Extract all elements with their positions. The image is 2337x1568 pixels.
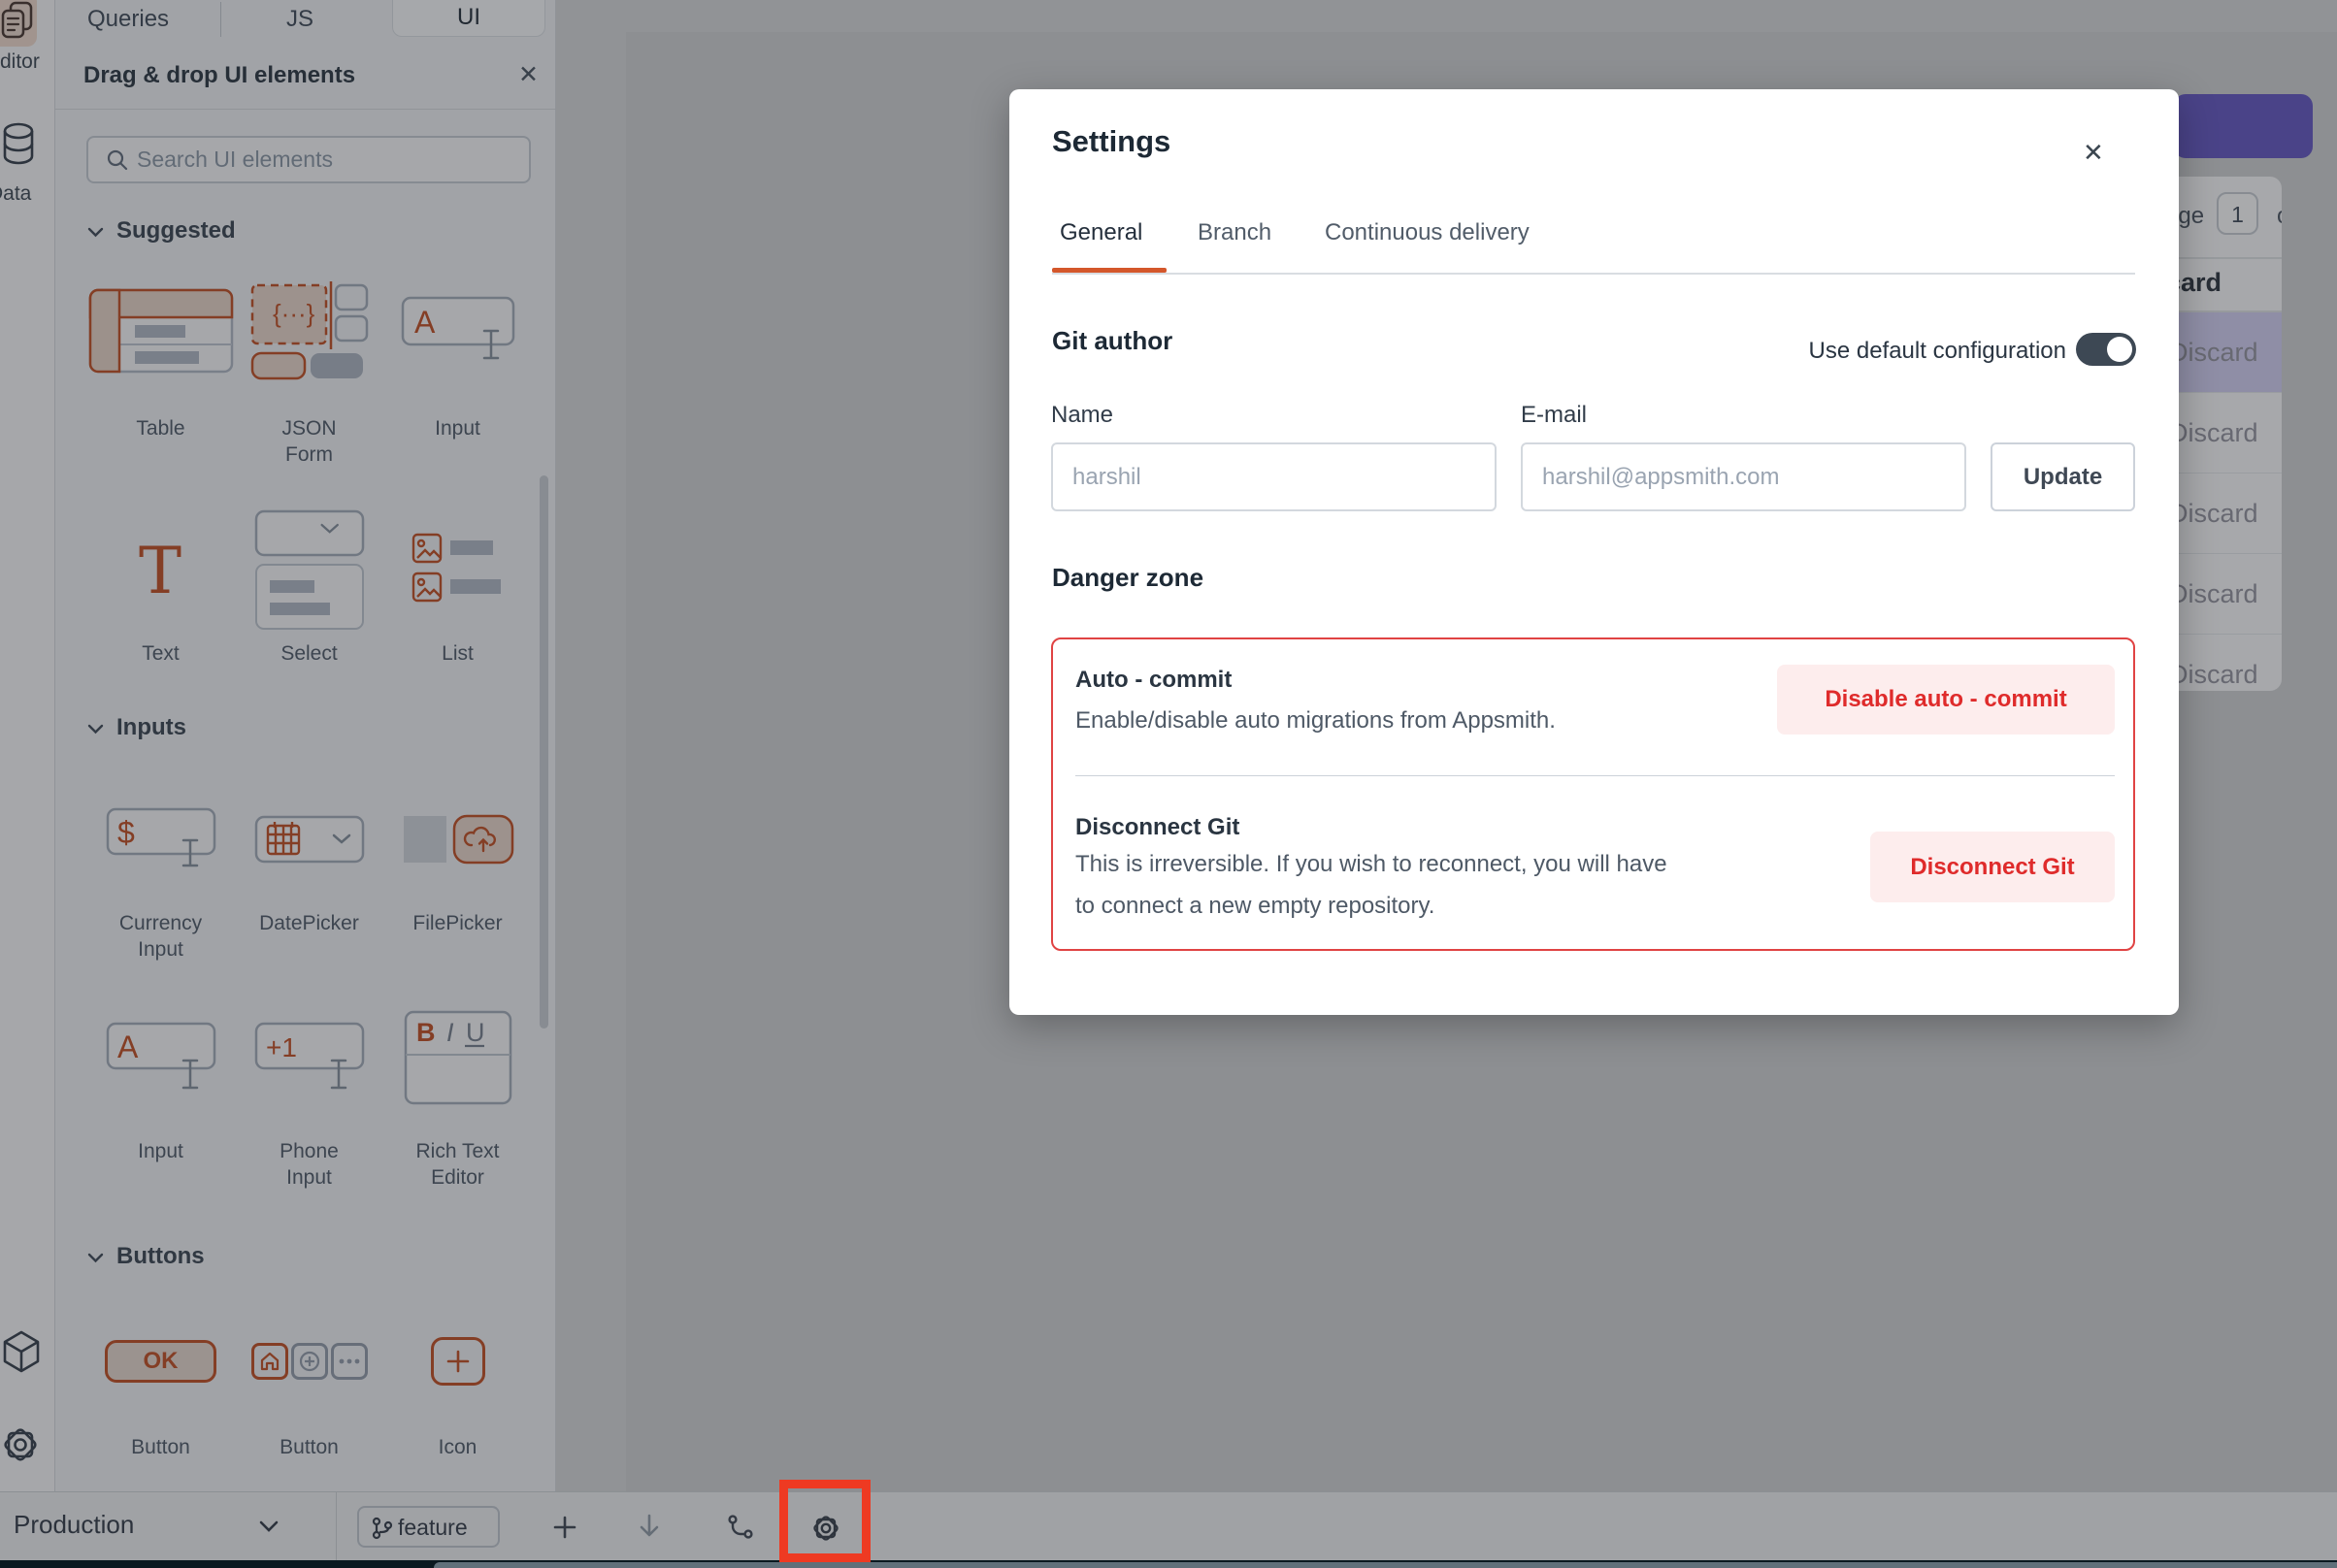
- git-settings-modal: Settings ✕ General Branch Continuous del…: [1009, 89, 2179, 1015]
- danger-zone-box: Auto - commit Enable/disable auto migrat…: [1051, 637, 2135, 951]
- tab-branch[interactable]: Branch: [1198, 219, 1271, 246]
- email-label: E-mail: [1521, 402, 1587, 429]
- divider: [1052, 273, 2135, 275]
- danger-zone-heading: Danger zone: [1052, 563, 1203, 593]
- annotation-highlight-box: [779, 1480, 871, 1562]
- divider: [1075, 775, 2115, 776]
- update-button[interactable]: Update: [1991, 442, 2135, 511]
- name-field[interactable]: [1051, 442, 1497, 511]
- disconnect-git-button[interactable]: Disconnect Git: [1870, 832, 2115, 902]
- name-label: Name: [1051, 402, 1113, 429]
- modal-title: Settings: [1052, 124, 1170, 159]
- use-default-config-label: Use default configuration: [1741, 338, 2066, 365]
- auto-commit-title: Auto - commit: [1075, 667, 1232, 694]
- disconnect-git-description: This is irreversible. If you wish to rec…: [1075, 843, 1852, 927]
- tab-general[interactable]: General: [1060, 219, 1142, 246]
- disable-auto-commit-button[interactable]: Disable auto - commit: [1777, 665, 2115, 735]
- auto-commit-description: Enable/disable auto migrations from Apps…: [1075, 700, 1556, 741]
- email-field[interactable]: [1521, 442, 1966, 511]
- appsmith-editor: Page 1 of Discard Discard Discard Discar…: [0, 0, 2337, 1568]
- git-author-heading: Git author: [1052, 326, 1172, 356]
- close-icon[interactable]: ✕: [2083, 140, 2104, 165]
- use-default-config-toggle[interactable]: [2076, 333, 2136, 366]
- tab-continuous-delivery[interactable]: Continuous delivery: [1325, 219, 1530, 246]
- disconnect-git-title: Disconnect Git: [1075, 814, 1239, 841]
- toggle-knob: [2107, 337, 2132, 362]
